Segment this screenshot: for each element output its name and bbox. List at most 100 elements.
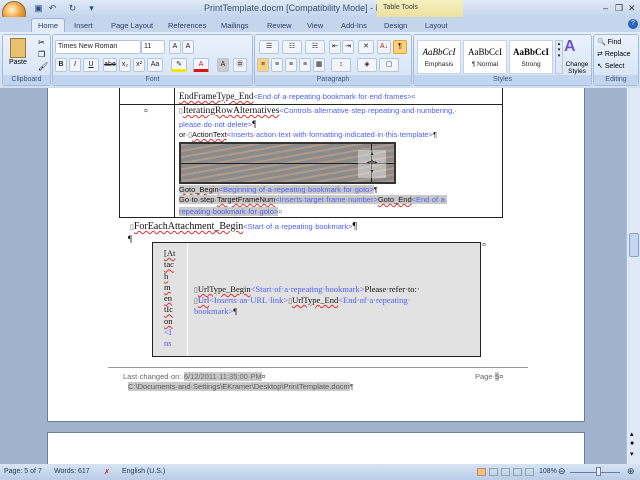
help-icon[interactable]: ? <box>628 19 638 29</box>
italic-button[interactable]: I <box>69 58 81 72</box>
paste-button[interactable]: Paste <box>9 59 29 66</box>
word-count[interactable]: Words: 617 <box>54 468 90 475</box>
field-hint: please·do·not·delete> <box>179 120 253 129</box>
undo-icon[interactable]: ↶ <box>47 3 58 13</box>
justify-icon[interactable]: ≡ <box>299 58 311 72</box>
shading-icon[interactable]: ◈ <box>357 58 377 72</box>
restore-button[interactable]: ❐ <box>615 3 623 14</box>
url-field[interactable]: Url <box>198 295 209 305</box>
increase-indent-icon[interactable]: ⇥ <box>342 40 354 54</box>
next-page-icon[interactable]: ▾ <box>630 450 634 458</box>
decrease-indent-icon[interactable]: ⇤ <box>329 40 341 54</box>
print-layout-icon[interactable] <box>477 468 486 476</box>
replace-button[interactable]: ⇄ Replace <box>597 50 631 58</box>
underline-button[interactable]: U <box>83 58 99 72</box>
footer-line2: C:\Documents·and·Settings\EKramer\Deskto… <box>128 382 354 391</box>
full-screen-reading-icon[interactable] <box>489 468 498 476</box>
scroll-thumb[interactable] <box>629 233 639 257</box>
tab-page-layout[interactable]: Page Layout <box>111 19 153 32</box>
redo-icon[interactable]: ↻ <box>67 3 78 13</box>
align-center-icon[interactable]: ≡ <box>271 58 283 72</box>
multilevel-list-icon[interactable]: ☵ <box>305 40 325 54</box>
previous-page-icon[interactable]: ▴ <box>630 430 634 438</box>
tab-layout[interactable]: Layout <box>425 19 448 32</box>
show-formatting-button[interactable]: ¶ <box>393 40 407 54</box>
character-shading-button[interactable]: A <box>217 58 229 72</box>
footer-page: Page·5¤ <box>475 372 504 381</box>
wave-image[interactable]: ▴ ◂✥▸ ▾ <box>179 142 396 184</box>
tab-mailings[interactable]: Mailings <box>221 19 249 32</box>
shrink-font-button[interactable]: A <box>182 40 194 54</box>
tab-review[interactable]: Review <box>267 19 292 32</box>
language[interactable]: English (U.S.) <box>122 468 165 475</box>
page-count[interactable]: Page: 5 of 7 <box>4 468 42 475</box>
zoom-slider[interactable] <box>570 472 620 473</box>
align-right-icon[interactable]: ≡ <box>285 58 297 72</box>
browse-object-icon[interactable]: ● <box>630 440 634 447</box>
next-page[interactable] <box>47 432 585 464</box>
tab-references[interactable]: References <box>168 19 206 32</box>
zoom-out-icon[interactable]: ⊖ <box>558 466 566 477</box>
tab-view[interactable]: View <box>307 19 323 32</box>
attachment-text-line: [At <box>164 248 176 258</box>
enclose-characters-icon[interactable]: ㊥ <box>233 58 247 72</box>
outline-icon[interactable] <box>513 468 522 476</box>
find-button[interactable]: 🔍 Find <box>597 38 621 46</box>
subscript-button[interactable]: x₂ <box>119 58 131 72</box>
tab-insert[interactable]: Insert <box>74 19 93 32</box>
style-strong[interactable]: AaBbCcI Strong <box>509 40 553 74</box>
borders-icon[interactable]: ▢ <box>379 58 399 72</box>
font-color-button[interactable]: A <box>193 58 209 72</box>
draft-icon[interactable] <box>525 468 534 476</box>
strikethrough-button[interactable]: abe <box>103 58 117 72</box>
tab-add-ins[interactable]: Add-Ins <box>341 19 367 32</box>
proofing-icon[interactable]: ✗ <box>104 468 110 476</box>
format-painter-icon[interactable]: 🖌 <box>38 62 48 71</box>
field-hint: <End·of·a·repeating· <box>338 295 411 305</box>
minimize-button[interactable]: – <box>603 3 608 13</box>
zoom-level[interactable]: 108% <box>539 468 557 475</box>
grow-font-button[interactable]: A <box>169 40 181 54</box>
attachment-text-line: on <box>164 315 173 326</box>
change-case-button[interactable]: Aa <box>147 58 163 72</box>
tab-design[interactable]: Design <box>384 19 407 32</box>
style-name: ¶ Normal <box>471 61 499 68</box>
footer-label: Last·changed·on:· <box>123 372 184 381</box>
customize-toolbar-icon[interactable]: ▾ <box>86 3 97 13</box>
cut-icon[interactable]: ✂ <box>38 38 45 47</box>
asian-layout-icon[interactable]: ✕ <box>358 40 374 54</box>
superscript-button[interactable]: x² <box>133 58 145 72</box>
row1-content: EndFrameType_End<End·of·a·repeating·book… <box>179 91 416 101</box>
change-styles-icon[interactable]: A <box>564 38 576 56</box>
numbering-icon[interactable]: ☷ <box>282 40 302 54</box>
sort-button[interactable]: A↓ <box>377 40 391 54</box>
zoom-in-icon[interactable]: ⊕ <box>627 466 635 477</box>
attachment-text-line: h <box>164 270 169 281</box>
select-button[interactable]: ↖ Select <box>597 62 624 70</box>
align-left-icon[interactable]: ≡ <box>257 58 269 72</box>
web-layout-icon[interactable] <box>501 468 510 476</box>
bold-button[interactable]: B <box>55 58 67 72</box>
paste-icon[interactable] <box>10 38 26 58</box>
copy-icon[interactable]: ❐ <box>38 50 45 59</box>
tab-home[interactable]: Home <box>31 18 65 32</box>
line-spacing-icon[interactable]: ↕ <box>331 58 351 72</box>
move-handle-icon[interactable]: ▴ ◂✥▸ ▾ <box>358 150 386 178</box>
font-size-select[interactable]: 11 <box>141 40 165 54</box>
style-normal[interactable]: AaBbCcI ¶ Normal <box>463 40 507 74</box>
field-name: IteratingRowAlternatives <box>182 106 280 116</box>
close-button[interactable]: ✕ <box>628 3 636 14</box>
style-emphasis[interactable]: AaBbCcI Emphasis <box>417 40 461 74</box>
vertical-scrollbar[interactable]: ▴ ● ▾ <box>626 88 640 464</box>
cell-marker: ¤ <box>144 108 148 115</box>
save-icon[interactable]: ▣ <box>33 3 44 13</box>
change-styles-button[interactable]: Change Styles <box>562 61 592 75</box>
style-name: Strong <box>521 61 541 68</box>
distributed-icon[interactable]: ▦ <box>313 58 325 72</box>
zoom-slider-thumb[interactable] <box>596 467 601 476</box>
field-hint: <Controls·alternative·step·repeating·and… <box>279 106 457 115</box>
bullets-icon[interactable]: ☰ <box>259 40 279 54</box>
highlight-button[interactable]: ✎ <box>171 58 187 72</box>
font-name-select[interactable]: Times New Roman <box>55 40 141 54</box>
page[interactable]: EndFrameType_End<End·of·a·repeating·book… <box>47 88 585 422</box>
